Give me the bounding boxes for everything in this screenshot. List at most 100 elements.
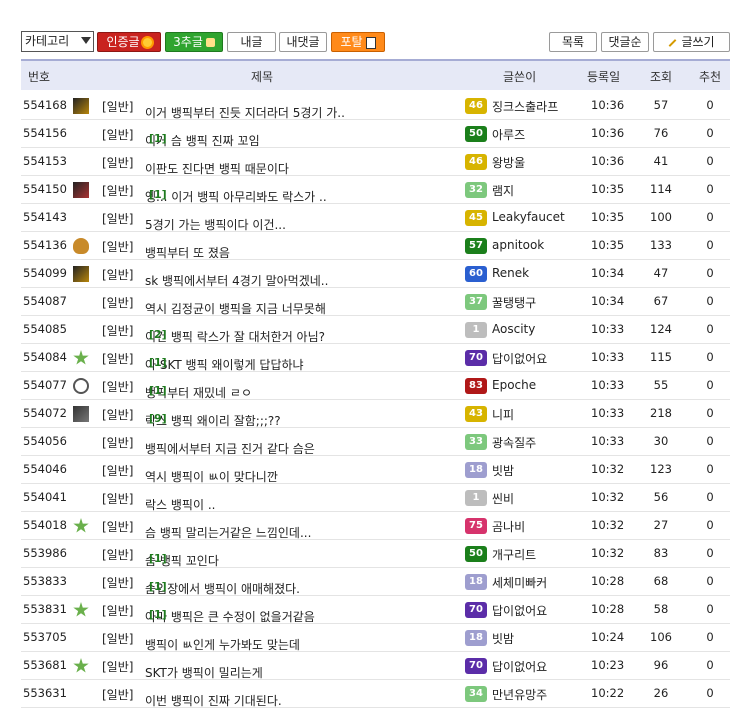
author-name[interactable]: 꿀탱탱구 [492, 294, 536, 311]
table-row[interactable]: 554085 [일반] 이건 뱅픽 락스가 잘 대처한거 아님? [2] 1 Aoscit… [21, 316, 730, 344]
level-badge: 18 [465, 574, 487, 590]
post-time: 10:34 [591, 266, 625, 280]
post-title: 이거 뱅픽부터 진듯 지더라더 5경기 가.. [145, 106, 345, 120]
table-row[interactable]: 554136 [일반] 뱅픽부터 또 졌음 57 apnitook 10:35 133 0 [21, 232, 730, 260]
author-name[interactable]: Epoche [492, 378, 536, 392]
post-number: 554046 [23, 462, 67, 476]
comment-count[interactable]: [1] [149, 580, 167, 593]
table-row[interactable]: 554087 [일반] 역시 김정균이 뱅픽을 지금 너무못해 37 꿀탱탱구 10:34… [21, 288, 730, 316]
author-name[interactable]: 씬비 [492, 490, 514, 507]
header-author: 글쓴이 [503, 70, 537, 84]
author-name[interactable]: apnitook [492, 238, 544, 252]
table-row[interactable]: 553833 [일반] 슴입장에서 뱅픽이 애매해졌다. [1] 18 세체미빠커 10:2… [21, 568, 730, 596]
table-row[interactable]: 554168 [일반] 이거 뱅픽부터 진듯 지더라더 5경기 가.. 46 징크스출라… [21, 92, 730, 120]
post-category: [일반] [102, 632, 134, 646]
thumbs-up-icon [205, 38, 215, 47]
author-name[interactable]: 개구리트 [492, 546, 536, 563]
category-select[interactable]: 카테고리 [21, 31, 94, 52]
author-name[interactable]: 징크스출라프 [492, 98, 558, 115]
comment-count[interactable]: [1] [149, 384, 167, 397]
write-button[interactable]: 글쓰기 [653, 32, 730, 52]
author-name[interactable]: 니피 [492, 406, 514, 423]
table-row[interactable]: 554072 [일반] 락스 뱅픽 왜이리 잘함;;;?? [9] 43 니피 10:33 2… [21, 400, 730, 428]
post-title: SKT가 뱅픽이 밀리는게 [145, 666, 263, 680]
post-number: 554018 [23, 518, 67, 532]
author-name[interactable]: 답이없어요 [492, 350, 547, 367]
author-name[interactable]: Leakyfaucet [492, 210, 565, 224]
table-row[interactable]: 554041 [일반] 락스 뱅픽이 .. 1 씬비 10:32 56 0 [21, 484, 730, 512]
recommend-count: 0 [706, 546, 714, 560]
table-row[interactable]: 554143 [일반] 5경기 가는 뱅픽이다 이건... 45 Leakyfaucet… [21, 204, 730, 232]
table-row[interactable]: 554099 [일반] sk 뱅픽에서부터 4경기 말아먹겠네.. 60 Renek 10… [21, 260, 730, 288]
page-icon [365, 36, 376, 49]
level-badge: 60 [465, 266, 487, 282]
header-recommend: 추천 [699, 70, 722, 84]
author-name[interactable]: Renek [492, 266, 529, 280]
author-name[interactable]: Aoscity [492, 322, 535, 336]
recommend-count: 0 [706, 518, 714, 532]
recommend-count: 0 [706, 350, 714, 364]
post-number: 554087 [23, 294, 67, 308]
my-posts-button[interactable]: 내글 [227, 32, 276, 52]
author-name[interactable]: 램지 [492, 182, 514, 199]
post-time: 10:35 [591, 182, 625, 196]
list-button[interactable]: 목록 [549, 32, 597, 52]
list-header: 번호 제목 글쓴이 등록일 조회 추천 [21, 59, 730, 90]
table-row[interactable]: 554046 [일반] 역시 뱅픽이 ㅄ이 맞다니깐 18 빗밤 10:32 123 0 [21, 456, 730, 484]
table-row[interactable]: 554077 [일반] 뱅픽부터 재밌네 ㄹㅇ [1] 83 Epoche 10:33 55 0 [21, 372, 730, 400]
post-category: [일반] [102, 268, 134, 282]
view-count: 106 [650, 630, 672, 644]
comment-count[interactable]: [1] [149, 356, 167, 369]
avatar [73, 350, 89, 365]
level-badge: 70 [465, 602, 487, 618]
portal-button[interactable]: 포탈 [331, 32, 385, 52]
post-title: 아마 뱅픽은 큰 수정이 없을거같음 [145, 610, 315, 624]
popular-posts-button[interactable]: 3추글 [165, 32, 223, 52]
comment-count[interactable]: [2] [149, 328, 167, 341]
level-badge: 18 [465, 462, 487, 478]
table-row[interactable]: 553631 [일반] 이번 뱅픽이 진짜 기대된다. 34 만년유망주 10:22 26 0 [21, 680, 730, 708]
post-category: [일반] [102, 688, 134, 702]
certified-posts-button[interactable]: 인증글 [97, 32, 161, 52]
post-time: 10:32 [591, 518, 625, 532]
table-row[interactable]: 553705 [일반] 뱅픽이 ㅄ인게 누가봐도 맞는데 18 빗밤 10:24 106 0 [21, 624, 730, 652]
avatar [73, 266, 89, 282]
comment-count[interactable]: [1] [149, 608, 167, 621]
post-time: 10:32 [591, 462, 625, 476]
my-comments-button[interactable]: 내댓글 [279, 32, 327, 52]
table-row[interactable]: 554084 [일반] 아 SKT 뱅픽 왜이렇게 답답하냐 [1] 70 답이없어요 10… [21, 344, 730, 372]
table-row[interactable]: 553681 [일반] SKT가 뱅픽이 밀리는게 70 답이없어요 10:23 96 0 [21, 652, 730, 680]
table-row[interactable]: 554156 [일반] 이거 슴 뱅픽 진짜 꼬임 [1] 50 아루즈 10:36 76 0 [21, 120, 730, 148]
author-name[interactable]: 빗밤 [492, 630, 514, 647]
table-row[interactable]: 554056 [일반] 뱅픽에서부터 지금 진거 같다 슴은 33 광속질주 10:33 3… [21, 428, 730, 456]
table-row[interactable]: 554150 [일반] 엥... 이거 뱅픽 아무리봐도 락스가 .. [1] 32 램지… [21, 176, 730, 204]
my-posts-label: 내글 [240, 35, 263, 49]
table-row[interactable]: 554018 [일반] 슴 뱅픽 말리는거같은 느낌인데... 75 곰나비 10:32 2… [21, 512, 730, 540]
author-name[interactable]: 광속질주 [492, 434, 536, 451]
view-count: 218 [650, 406, 672, 420]
table-row[interactable]: 553986 [일반] 슴 뱅픽 꼬인다 [1] 50 개구리트 10:32 83 0 [21, 540, 730, 568]
author-name[interactable]: 만년유망주 [492, 686, 547, 703]
view-count: 26 [653, 686, 669, 700]
recommend-count: 0 [706, 574, 714, 588]
comment-count[interactable]: [1] [149, 552, 167, 565]
comment-order-button[interactable]: 댓글순 [601, 32, 649, 52]
table-row[interactable]: 554153 [일반] 이판도 진다면 뱅픽 때문이다 46 왕방울 10:36 41 0 [21, 148, 730, 176]
author-name[interactable]: 아루즈 [492, 126, 525, 143]
recommend-count: 0 [706, 238, 714, 252]
level-badge: 18 [465, 630, 487, 646]
author-name[interactable]: 답이없어요 [492, 658, 547, 675]
comment-count[interactable]: [9] [149, 412, 167, 425]
post-number: 554041 [23, 490, 67, 504]
author-name[interactable]: 빗밤 [492, 462, 514, 479]
comment-count[interactable]: [1] [149, 188, 167, 201]
table-row[interactable]: 553831 [일반] 아마 뱅픽은 큰 수정이 없을거같음 [1] 70 답이없어요 10… [21, 596, 730, 624]
author-name[interactable]: 세체미빠커 [492, 574, 547, 591]
author-name[interactable]: 왕방울 [492, 154, 525, 171]
author-name[interactable]: 답이없어요 [492, 602, 547, 619]
post-category: [일반] [102, 128, 134, 142]
author-name[interactable]: 곰나비 [492, 518, 525, 535]
level-badge: 37 [465, 294, 487, 310]
view-count: 57 [653, 98, 669, 112]
comment-count[interactable]: [1] [149, 132, 167, 145]
